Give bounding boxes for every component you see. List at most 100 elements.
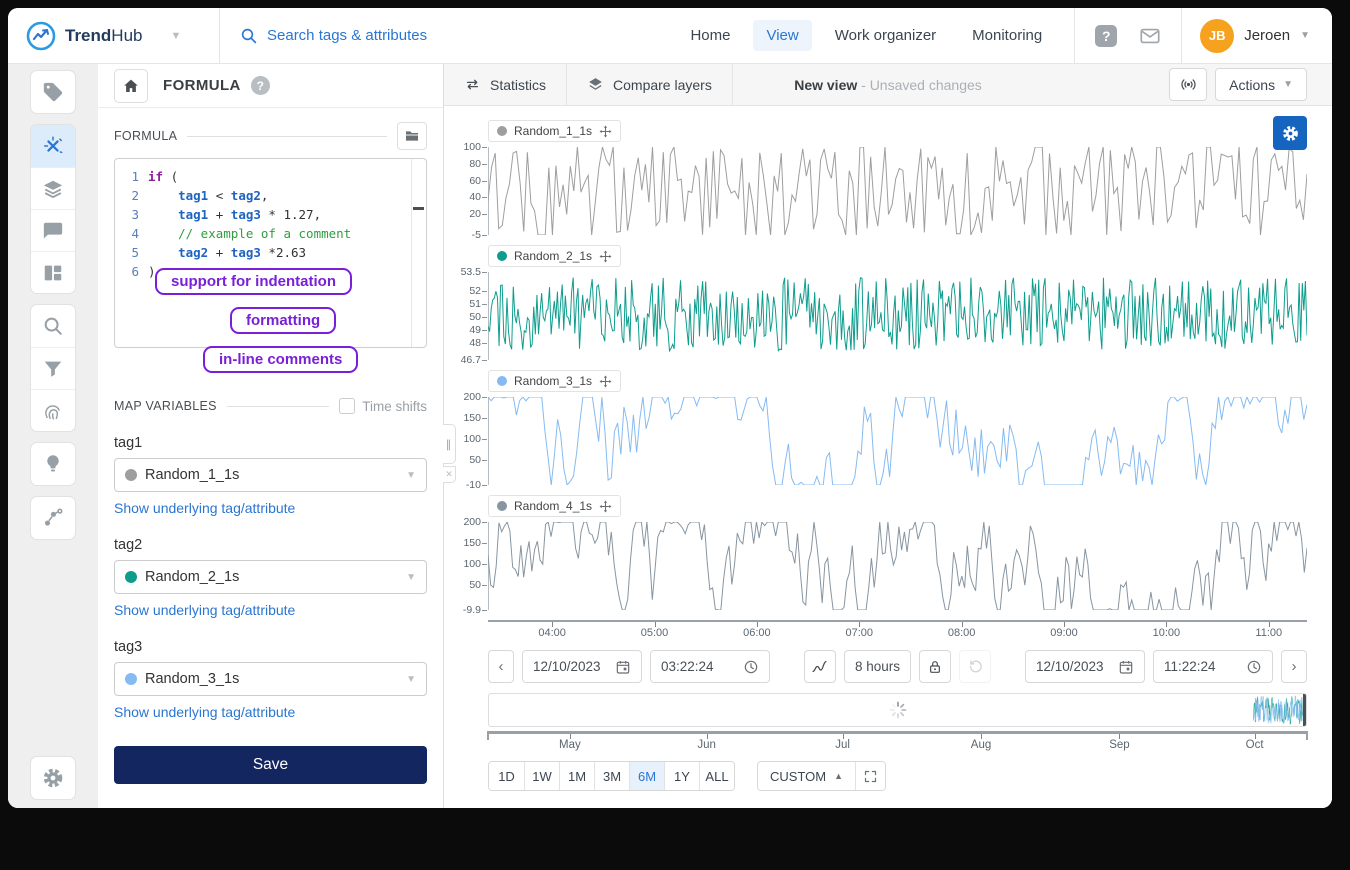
time-shifts-checkbox[interactable] bbox=[339, 398, 355, 414]
y-tick-label: 200 bbox=[463, 391, 488, 403]
series-chip[interactable]: Random_4_1s bbox=[488, 495, 621, 517]
sidebar-item-recommendations[interactable] bbox=[31, 443, 75, 485]
tag2-select[interactable]: Random_2_1s ▼ bbox=[114, 560, 427, 594]
line-plot[interactable]: 53.5525150494846.7 bbox=[488, 272, 1307, 360]
fit-range-button[interactable] bbox=[855, 762, 885, 790]
move-icon[interactable] bbox=[599, 500, 612, 513]
step-forward-button[interactable]: › bbox=[1281, 650, 1307, 683]
time-tick-label: 07:00 bbox=[846, 627, 874, 639]
duration-field[interactable]: 8 hours bbox=[844, 650, 911, 683]
show-underlying-link[interactable]: Show underlying tag/attribute bbox=[114, 500, 427, 516]
range-button-1w[interactable]: 1W bbox=[524, 762, 559, 790]
home-button[interactable] bbox=[114, 69, 148, 103]
statistics-button[interactable]: Statistics bbox=[444, 64, 567, 105]
workspace-chevron-down-icon[interactable]: ▼ bbox=[170, 30, 181, 42]
map-variables-label: MAP VARIABLES bbox=[114, 399, 217, 413]
tag3-select[interactable]: Random_3_1s ▼ bbox=[114, 662, 427, 696]
start-date-field[interactable]: 12/10/2023 bbox=[522, 650, 642, 683]
nav-home[interactable]: Home bbox=[677, 20, 743, 51]
sidebar-item-settings[interactable] bbox=[31, 757, 75, 799]
sidebar-item-formula[interactable] bbox=[31, 125, 75, 167]
variable-name: tag1 bbox=[114, 435, 427, 451]
chevron-down-icon: ▼ bbox=[406, 572, 416, 583]
code-scrollbar[interactable] bbox=[411, 159, 426, 347]
nav-view[interactable]: View bbox=[753, 20, 811, 51]
range-button-6m[interactable]: 6M bbox=[629, 762, 664, 790]
series-dot bbox=[125, 673, 137, 685]
formula-help-icon[interactable]: ? bbox=[251, 76, 270, 95]
panel-splitter-handle[interactable]: ∥ bbox=[443, 424, 456, 464]
compare-layers-button[interactable]: Compare layers bbox=[567, 64, 733, 105]
chevron-down-icon: ▼ bbox=[406, 674, 416, 685]
end-date-field[interactable]: 12/10/2023 bbox=[1025, 650, 1145, 683]
series-dot bbox=[125, 571, 137, 583]
range-button-1y[interactable]: 1Y bbox=[664, 762, 699, 790]
month-tick-label: Oct bbox=[1246, 739, 1264, 751]
variable-name: tag2 bbox=[114, 537, 427, 553]
series-chip[interactable]: Random_1_1s bbox=[488, 120, 621, 142]
range-button-all[interactable]: ALL bbox=[699, 762, 734, 790]
annotation-formatting: formatting bbox=[230, 307, 336, 334]
live-mode-button[interactable] bbox=[1169, 68, 1207, 101]
sidebar-item-tags[interactable] bbox=[31, 71, 75, 113]
move-icon[interactable] bbox=[599, 125, 612, 138]
line-plot[interactable]: 20015010050-9.9 bbox=[488, 522, 1307, 610]
sidebar-item-filter[interactable] bbox=[31, 347, 75, 389]
help-icon[interactable]: ? bbox=[1095, 25, 1117, 47]
clock-icon bbox=[743, 659, 759, 675]
formula-panel: FORMULA ? FORMULA 1if (2 tag1 < tag2,3 t… bbox=[98, 64, 444, 808]
save-button[interactable]: Save bbox=[114, 746, 427, 784]
line-plot[interactable]: 10080604020-5 bbox=[488, 147, 1307, 235]
overview-strip[interactable] bbox=[488, 693, 1307, 727]
sidebar-item-dashboard[interactable] bbox=[31, 251, 75, 293]
user-menu[interactable]: JB Jeroen ▼ bbox=[1182, 19, 1332, 53]
nav-work-organizer[interactable]: Work organizer bbox=[822, 20, 949, 51]
sidebar-item-search[interactable] bbox=[31, 305, 75, 347]
month-tick-label: Sep bbox=[1109, 739, 1129, 751]
app-window: TrendHub ▼ Home View Work organizer Moni… bbox=[8, 8, 1332, 808]
scatter-graph-icon bbox=[42, 507, 64, 529]
custom-range-button[interactable]: CUSTOM▲ bbox=[758, 762, 855, 790]
overview-range-handle[interactable] bbox=[1303, 694, 1306, 726]
move-icon[interactable] bbox=[599, 250, 612, 263]
start-time-field[interactable]: 03:22:24 bbox=[650, 650, 770, 683]
open-formula-button[interactable] bbox=[397, 122, 427, 150]
y-tick-label: 46.7 bbox=[461, 354, 488, 366]
sidebar-item-layers[interactable] bbox=[31, 167, 75, 209]
nav-monitoring[interactable]: Monitoring bbox=[959, 20, 1055, 51]
show-underlying-link[interactable]: Show underlying tag/attribute bbox=[114, 704, 427, 720]
gear-icon bbox=[1281, 124, 1300, 143]
search-input[interactable] bbox=[267, 27, 487, 44]
utility-icons: ? bbox=[1074, 8, 1182, 63]
range-button-3m[interactable]: 3M bbox=[594, 762, 629, 790]
actions-button[interactable]: Actions▼ bbox=[1215, 68, 1307, 101]
step-back-button[interactable]: ‹ bbox=[488, 650, 514, 683]
lock-range-button[interactable] bbox=[919, 650, 951, 683]
chart-settings-button[interactable] bbox=[1273, 116, 1307, 150]
mail-icon[interactable] bbox=[1139, 25, 1161, 47]
sidebar-item-fingerprint[interactable] bbox=[31, 389, 75, 431]
line-plot[interactable]: 20015010050-10 bbox=[488, 397, 1307, 485]
sidebar-item-comments[interactable] bbox=[31, 209, 75, 251]
end-time-field[interactable]: 11:22:24 bbox=[1153, 650, 1273, 683]
tag1-select[interactable]: Random_1_1s ▼ bbox=[114, 458, 427, 492]
series-chip[interactable]: Random_2_1s bbox=[488, 245, 621, 267]
range-button-1d[interactable]: 1D bbox=[489, 762, 524, 790]
series-chip[interactable]: Random_3_1s bbox=[488, 370, 621, 392]
chevron-down-icon: ▼ bbox=[406, 470, 416, 481]
top-nav: Home View Work organizer Monitoring ? JB… bbox=[672, 8, 1332, 63]
time-shifts-toggle[interactable]: Time shifts bbox=[339, 398, 427, 414]
show-underlying-link[interactable]: Show underlying tag/attribute bbox=[114, 602, 427, 618]
interpolation-button[interactable] bbox=[804, 650, 836, 683]
clock-icon bbox=[1246, 659, 1262, 675]
month-tick-label: Jul bbox=[835, 739, 850, 751]
lightbulb-icon bbox=[42, 453, 64, 475]
time-tick-label: 10:00 bbox=[1153, 627, 1181, 639]
panel-close-icon[interactable]: ✕ bbox=[443, 466, 456, 483]
move-icon[interactable] bbox=[599, 375, 612, 388]
history-reset-button[interactable] bbox=[959, 650, 991, 683]
y-tick-label: 50 bbox=[469, 311, 488, 323]
gear-icon bbox=[41, 766, 65, 790]
sidebar-item-connections[interactable] bbox=[31, 497, 75, 539]
range-button-1m[interactable]: 1M bbox=[559, 762, 594, 790]
